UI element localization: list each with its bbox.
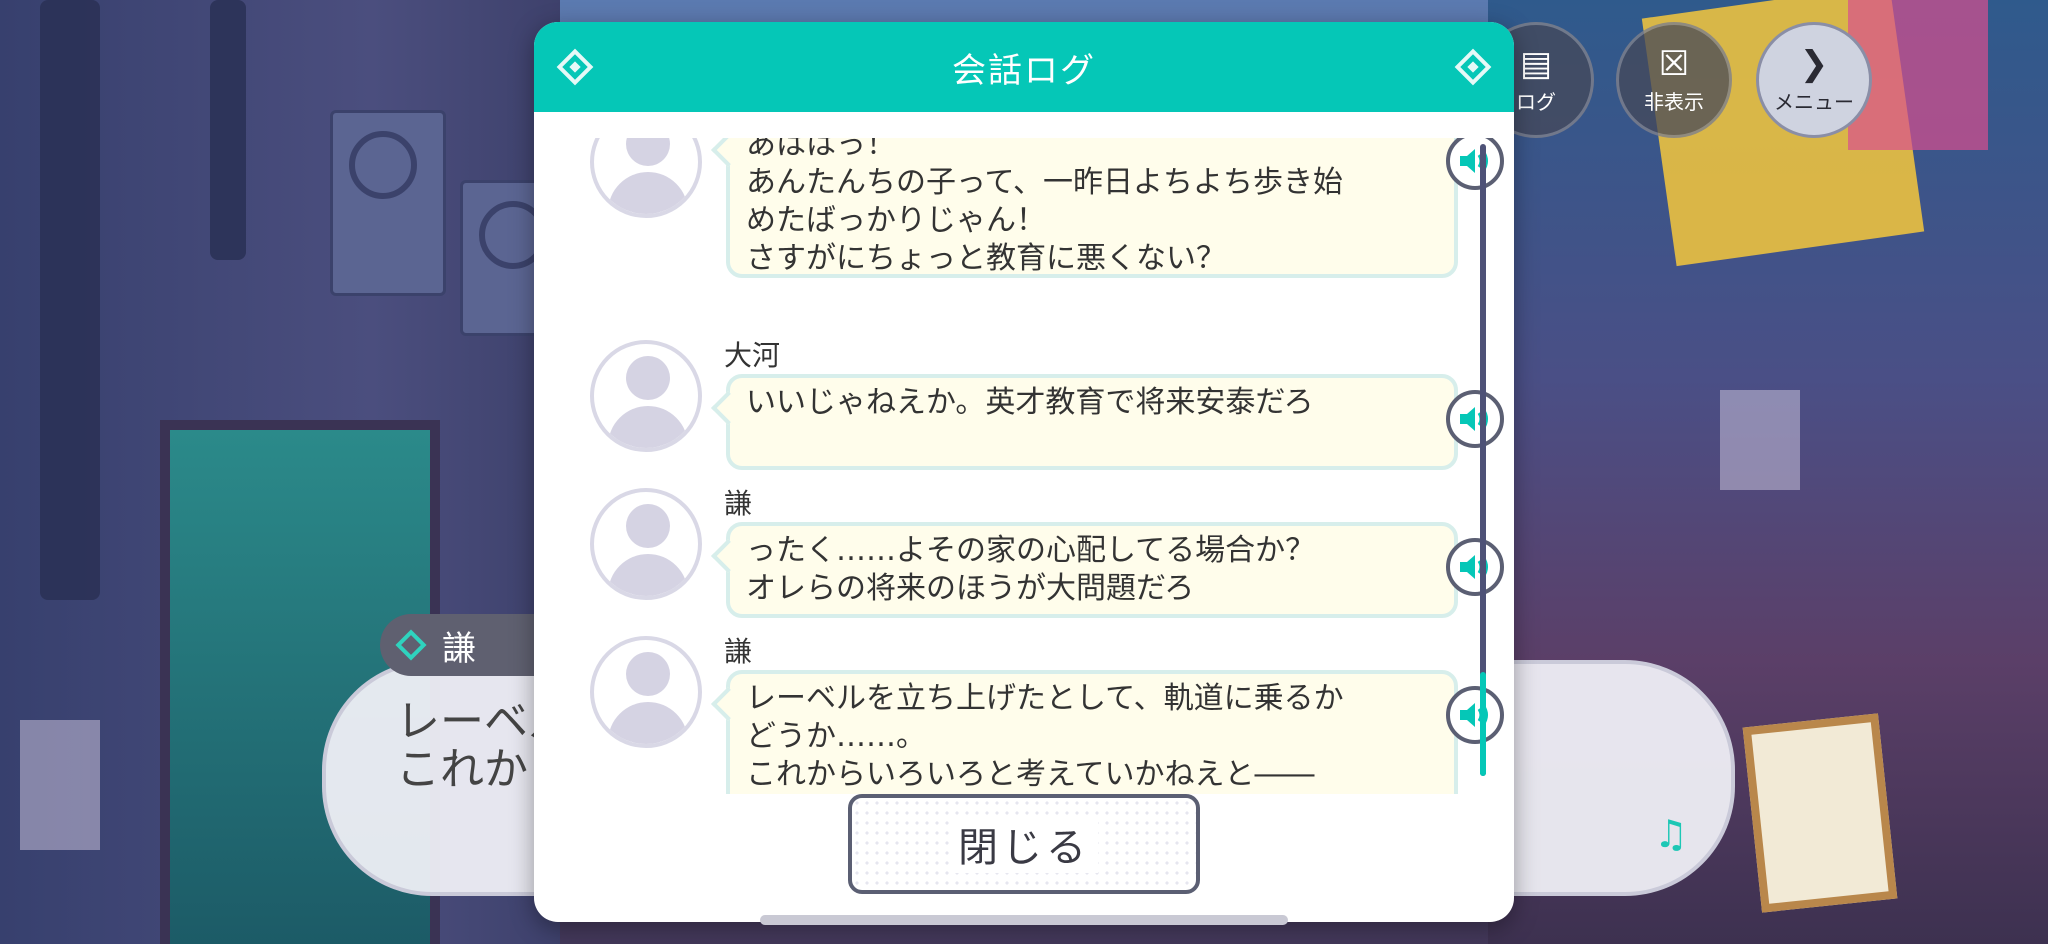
dialogue-speaker-name: 謙 bbox=[442, 628, 476, 669]
log-message: いいじゃねえか。英才教育で将来安泰だろ bbox=[726, 374, 1458, 470]
poster bbox=[1720, 390, 1800, 490]
close-button[interactable]: 閉じる bbox=[848, 794, 1200, 894]
diamond-icon bbox=[556, 48, 594, 86]
modal-title: 会話ログ bbox=[952, 50, 1096, 91]
standing-board bbox=[1742, 713, 1898, 913]
log-speaker-name: 大河 bbox=[724, 339, 781, 372]
log-message: レーベルを立ち上げたとして、軌道に乗るか どうか……。 これからいろいろと考えて… bbox=[726, 670, 1458, 794]
music-note-icon: ♫ bbox=[1654, 812, 1689, 856]
hide-button-label: 非表示 bbox=[1644, 89, 1704, 114]
voice-play-button[interactable] bbox=[1446, 538, 1504, 596]
log-speaker-name: 謙 bbox=[724, 487, 753, 520]
chat-log-icon: ▤ bbox=[1519, 43, 1553, 84]
hide-ui-icon: ☒ bbox=[1658, 43, 1690, 84]
scrollbar-thumb[interactable] bbox=[1480, 672, 1486, 776]
log-message: あははっ！ あんたんちの子って、一昨日よちよち歩き始 めたばっかりじゃん！ さす… bbox=[726, 138, 1458, 278]
speaker-icon bbox=[1460, 149, 1488, 173]
poster bbox=[20, 720, 100, 850]
log-list[interactable]: あははっ！ あんたんちの子って、一昨日よちよち歩き始 めたばっかりじゃん！ さす… bbox=[534, 138, 1514, 794]
avatar bbox=[590, 636, 702, 748]
chevron-right-icon: ❯ bbox=[1799, 43, 1829, 84]
voice-play-button[interactable] bbox=[1446, 138, 1504, 190]
log-button-label: ログ bbox=[1516, 89, 1556, 114]
avatar bbox=[590, 138, 702, 218]
modal-header: 会話ログ bbox=[534, 22, 1514, 112]
voice-play-button[interactable] bbox=[1446, 686, 1504, 744]
pipe bbox=[40, 0, 100, 600]
avatar bbox=[590, 340, 702, 452]
avatar bbox=[590, 488, 702, 600]
diamond-icon bbox=[395, 629, 427, 661]
speaker-icon bbox=[1460, 407, 1488, 431]
log-message: ったく……よその家の心配してる場合か？ オレらの将来のほうが大問題だろ bbox=[726, 522, 1458, 618]
speaker-icon bbox=[1460, 703, 1488, 727]
close-button-label: 閉じる bbox=[950, 815, 1098, 873]
speaker-icon bbox=[1460, 555, 1488, 579]
diamond-icon bbox=[1454, 48, 1492, 86]
conversation-log-modal: 会話ログ あははっ！ あんたんちの子って、一昨日よちよち歩き始 めたばっかりじゃ… bbox=[534, 22, 1514, 922]
menu-button[interactable]: ❯ メニュー bbox=[1756, 22, 1872, 138]
voice-play-button[interactable] bbox=[1446, 390, 1504, 448]
air-conditioner bbox=[330, 110, 446, 296]
home-indicator bbox=[760, 915, 1288, 925]
log-speaker-name: 謙 bbox=[724, 635, 753, 668]
pipe bbox=[210, 0, 246, 260]
hide-button[interactable]: ☒ 非表示 bbox=[1616, 22, 1732, 138]
menu-button-label: メニュー bbox=[1774, 89, 1854, 114]
